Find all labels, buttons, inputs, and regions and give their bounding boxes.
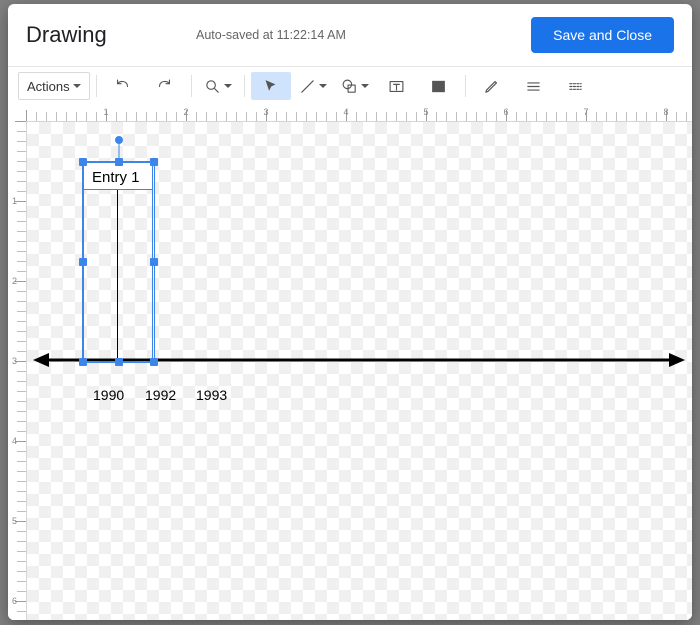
magnifier-icon <box>204 78 221 95</box>
image-tool[interactable] <box>419 72 459 100</box>
actions-label: Actions <box>27 79 70 94</box>
toolbar: Actions <box>8 67 692 106</box>
image-icon <box>430 78 447 95</box>
pencil-icon <box>483 78 500 95</box>
textbox-tool[interactable] <box>377 72 417 100</box>
actions-menu[interactable]: Actions <box>18 72 90 100</box>
line-icon <box>299 78 316 95</box>
textbox-icon <box>388 78 405 95</box>
dialog-header: Drawing Auto-saved at 11:22:14 AM Save a… <box>8 4 692 67</box>
drawing-canvas[interactable]: Entry 1 1990 1992 1993 <box>27 122 692 620</box>
line-color-button[interactable] <box>472 72 512 100</box>
resize-handle-se[interactable] <box>150 358 158 366</box>
zoom-menu[interactable] <box>198 72 238 100</box>
selection-outline <box>82 161 155 363</box>
line-tool[interactable] <box>293 72 333 100</box>
autosave-status: Auto-saved at 11:22:14 AM <box>196 28 531 42</box>
separator <box>96 75 97 97</box>
entry-textbox[interactable]: Entry 1 <box>83 162 153 190</box>
line-dash-icon <box>567 78 584 95</box>
cursor-icon <box>262 78 279 95</box>
drawing-dialog: Drawing Auto-saved at 11:22:14 AM Save a… <box>8 4 692 620</box>
connector-line[interactable] <box>117 184 118 360</box>
ruler-horizontal[interactable]: 12345678 <box>26 105 692 122</box>
ruler-vertical[interactable]: 123456 <box>8 121 27 620</box>
separator <box>191 75 192 97</box>
rotate-handle[interactable] <box>115 136 123 144</box>
line-weight-icon <box>525 78 542 95</box>
redo-icon <box>156 78 173 95</box>
timeline-axis[interactable] <box>33 350 685 370</box>
resize-handle-s[interactable] <box>115 358 123 366</box>
resize-handle-sw[interactable] <box>79 358 87 366</box>
separator <box>465 75 466 97</box>
year-label[interactable]: 1992 <box>145 387 176 403</box>
save-and-close-button[interactable]: Save and Close <box>531 17 674 53</box>
line-weight-button[interactable] <box>514 72 554 100</box>
resize-handle-nw[interactable] <box>79 158 87 166</box>
ruler-corner <box>8 105 27 122</box>
resize-handle-ne[interactable] <box>150 158 158 166</box>
undo-icon <box>114 78 131 95</box>
resize-handle-e[interactable] <box>150 258 158 266</box>
shape-tool[interactable] <box>335 72 375 100</box>
dialog-title: Drawing <box>26 22 196 48</box>
year-label[interactable]: 1990 <box>93 387 124 403</box>
select-tool[interactable] <box>251 72 291 100</box>
resize-handle-w[interactable] <box>79 258 87 266</box>
line-dash-button[interactable] <box>556 72 596 100</box>
undo-button[interactable] <box>103 72 143 100</box>
redo-button[interactable] <box>145 72 185 100</box>
entry-text: Entry 1 <box>92 169 140 186</box>
year-label[interactable]: 1993 <box>196 387 227 403</box>
separator <box>244 75 245 97</box>
resize-handle-n[interactable] <box>115 158 123 166</box>
shape-icon <box>341 78 358 95</box>
editor-area: 12345678 123456 Entry 1 <box>8 105 692 620</box>
